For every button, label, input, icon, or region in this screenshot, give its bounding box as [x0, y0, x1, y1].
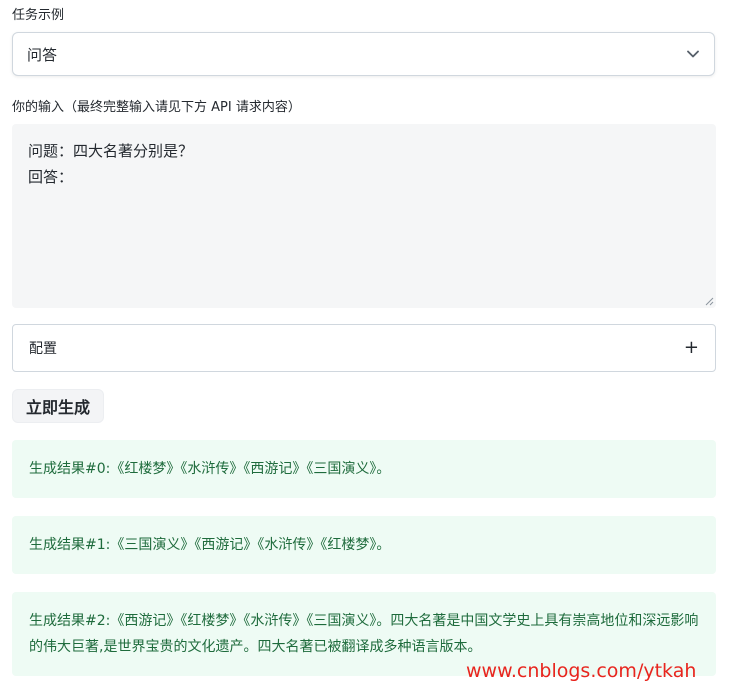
result-item: 生成结果#0:《红楼梦》《水浒传》《西游记》《三国演义》。	[12, 440, 716, 498]
task-example-label: 任务示例	[12, 8, 65, 23]
watermark: www.cnblogs.com/ytkah	[466, 660, 697, 682]
generate-button[interactable]: 立即生成	[12, 389, 105, 423]
resize-handle-icon[interactable]	[704, 296, 714, 306]
task-select-value: 问答	[27, 45, 58, 64]
plus-icon[interactable]: +	[684, 339, 699, 357]
chevron-down-icon	[686, 47, 700, 61]
config-title: 配置	[29, 341, 57, 357]
task-select[interactable]: 问答	[12, 32, 715, 76]
prompt-input[interactable]: 问题：四大名著分别是？ 回答：	[12, 124, 716, 308]
input-label: 你的输入（最终完整输入请见下方 API 请求内容）	[12, 100, 301, 115]
result-item: 生成结果#1:《三国演义》《西游记》《水浒传》《红楼梦》。	[12, 516, 716, 574]
config-accordion[interactable]: 配置 +	[12, 324, 716, 372]
